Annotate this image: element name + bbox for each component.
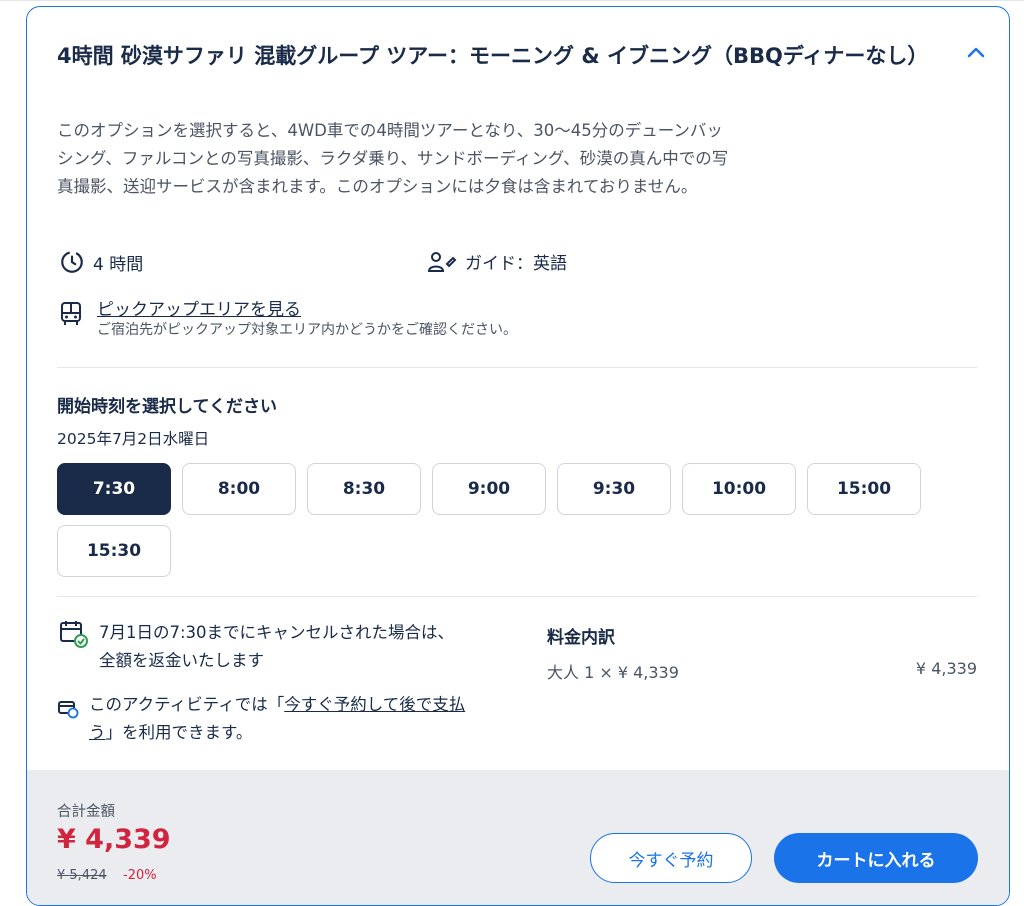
option-description: このオプションを選択すると、4WD車での4時間ツアーとなり、30〜45分のデュー… — [57, 121, 729, 196]
pay-later-prefix: このアクティビティでは「 — [89, 695, 285, 714]
pickup-area: ピックアップエリアを見る ご宿泊先がピックアップ対象エリア内かどうかをご確認くだ… — [59, 299, 517, 339]
time-slot-0930[interactable]: 9:30 — [557, 463, 671, 515]
original-price: ¥ 5,424 — [57, 868, 107, 883]
chevron-up-icon[interactable] — [964, 41, 988, 65]
pay-later-suffix: 」を利用できます。 — [105, 723, 253, 742]
start-date: 2025年7月2日水曜日 — [57, 430, 210, 448]
time-slot-0730[interactable]: 7:30 — [57, 463, 171, 515]
add-to-cart-button[interactable]: カートに入れる — [774, 833, 978, 883]
guide-icon — [427, 251, 457, 272]
card-clock-icon — [58, 701, 79, 719]
pickup-area-link[interactable]: ピックアップエリアを見る — [97, 299, 517, 321]
clock-icon — [61, 251, 83, 273]
duration: 4 時間 — [59, 249, 143, 275]
time-slot-0800[interactable]: 8:00 — [182, 463, 296, 515]
guide-language: ガイド：英語 — [427, 249, 567, 274]
time-slot-0900[interactable]: 9:00 — [432, 463, 546, 515]
option-card: 4時間 砂漠サファリ 混載グループ ツアー：モーニング & イブニング（BBQデ… — [26, 6, 1010, 906]
cancellation-policy: 7月1日の7:30までにキャンセルされた場合は、全額を返金いたします — [59, 619, 459, 675]
calendar-check-icon — [60, 621, 88, 648]
pay-later-info: このアクティビティでは「今すぐ予約して後で支払う」を利用できます。 — [57, 691, 469, 747]
time-slot-0830[interactable]: 8:30 — [307, 463, 421, 515]
total-label: 合計金額 — [57, 804, 115, 820]
cancellation-text: 7月1日の7:30までにキャンセルされた場合は、全額を返金いたします — [99, 623, 455, 670]
time-slot-1000[interactable]: 10:00 — [682, 463, 796, 515]
reserve-now-button[interactable]: 今すぐ予約 — [590, 833, 752, 883]
pickup-area-note: ご宿泊先がピックアップ対象エリア内かどうかをご確認ください。 — [97, 322, 517, 338]
checkout-footer: 合計金額 ¥ 4,339 ¥ 5,424 -20% 今すぐ予約 カートに入れる — [27, 770, 1009, 905]
time-slot-1500[interactable]: 15:00 — [807, 463, 921, 515]
bus-icon — [61, 302, 81, 325]
top-divider — [0, 0, 1024, 1]
total-price: ¥ 4,339 — [57, 824, 171, 855]
price-line-amount: ¥ 4,339 — [915, 659, 977, 678]
pay-later-text: このアクティビティでは「今すぐ予約して後で支払う」を利用できます。 — [89, 691, 469, 747]
divider — [57, 596, 977, 597]
price-breakdown-title: 料金内訳 — [547, 628, 615, 648]
start-time-heading: 開始時刻を選択してください — [57, 397, 277, 417]
time-slot-1530[interactable]: 15:30 — [57, 525, 171, 577]
option-title: 4時間 砂漠サファリ 混載グループ ツアー：モーニング & イブニング（BBQデ… — [57, 44, 929, 68]
price-line-label: 大人 1 × ¥ 4,339 — [547, 663, 679, 682]
discount-badge: -20% — [123, 868, 157, 883]
duration-label: 4 時間 — [93, 254, 144, 275]
guide-label: ガイド：英語 — [465, 254, 567, 274]
divider — [57, 367, 977, 368]
